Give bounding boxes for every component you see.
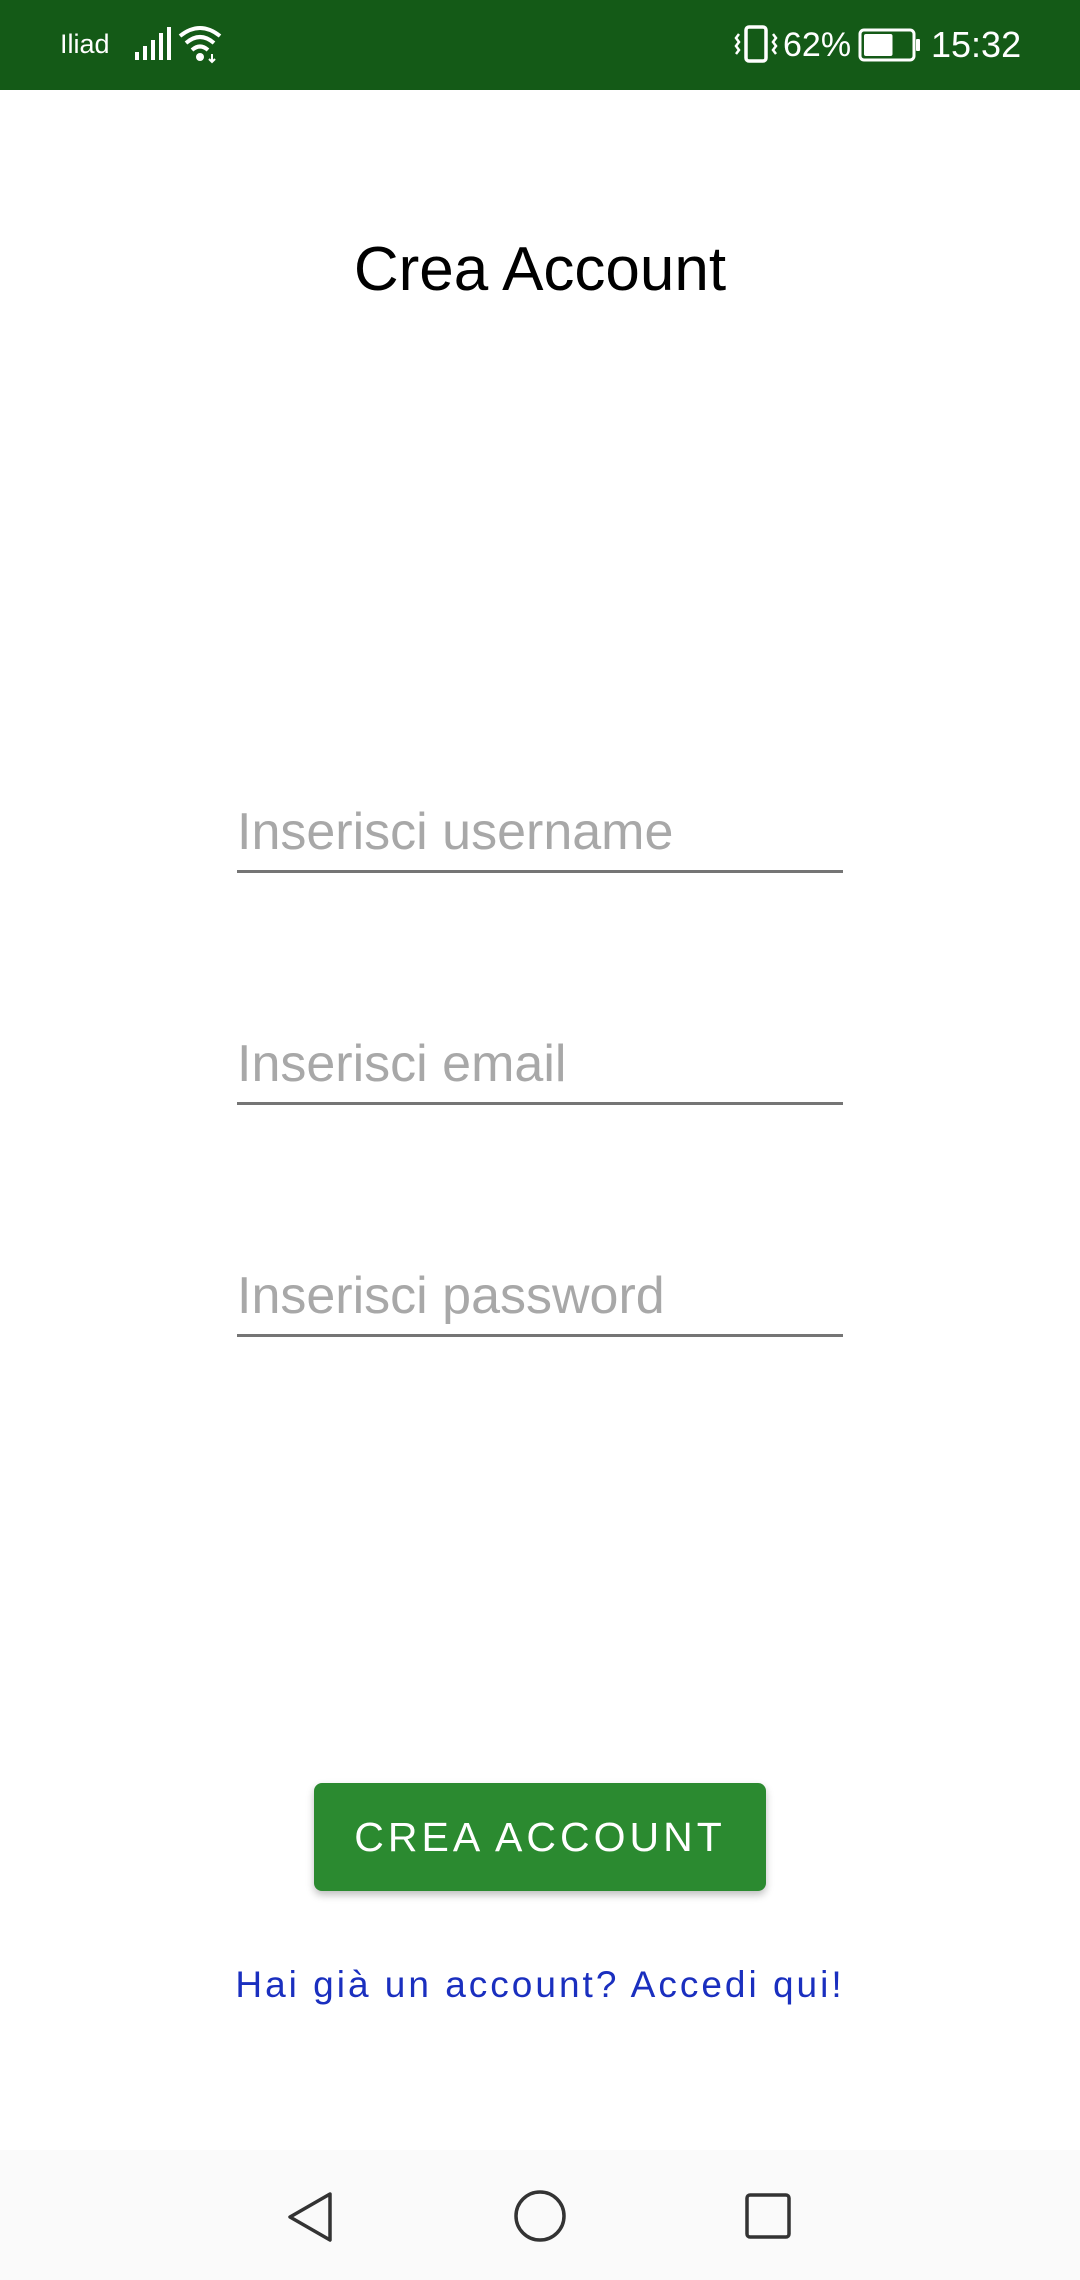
wifi-icon [178,26,222,64]
status-bar: Iliad 62% 15:32 [0,0,1080,90]
navigation-bar [0,2150,1080,2280]
signal-icon [135,27,171,60]
email-field[interactable] [237,1022,843,1105]
email-input[interactable] [237,1034,837,1094]
login-link[interactable]: Hai già un account? Accedi qui! [0,1960,1080,2010]
recents-icon[interactable] [744,2192,792,2240]
vibrate-icon [734,25,778,63]
screen: Iliad 62% 15:32 Crea Account Inserisci u… [0,0,1080,2280]
battery-percent: 62% [783,26,852,64]
battery-icon [858,28,920,62]
home-icon[interactable] [512,2188,568,2244]
password-field[interactable] [237,1254,843,1337]
password-input[interactable] [237,1266,837,1326]
page-title: Crea Account [353,235,727,304]
carrier-name: Iliad [60,29,110,59]
username-field[interactable] [237,790,843,873]
back-icon[interactable] [284,2190,336,2244]
clock: 15:32 [931,24,1022,65]
username-input[interactable] [237,802,837,862]
create-account-button[interactable]: CREA ACCOUNT [314,1783,766,1891]
